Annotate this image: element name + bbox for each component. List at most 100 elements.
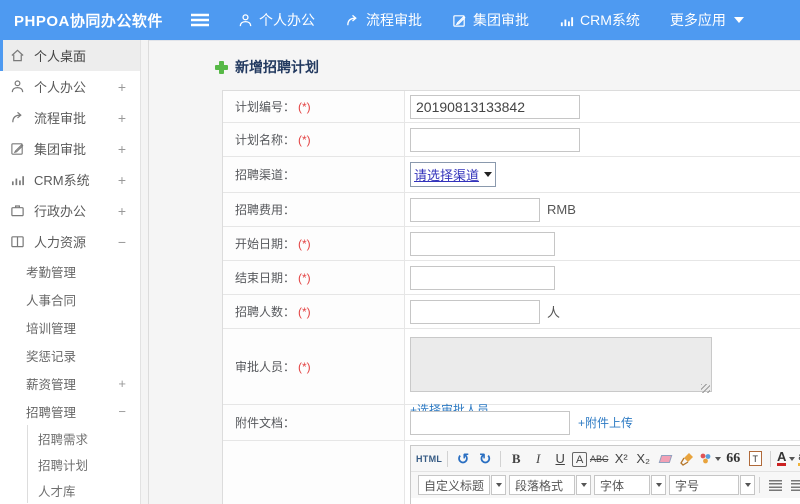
nav-label: 更多应用 (669, 12, 726, 28)
editor-color-palette-icon[interactable] (699, 449, 722, 469)
sidebar-item-label: 行政办公 (34, 204, 87, 219)
editor-eraser-icon[interactable] (655, 449, 675, 469)
channel-select[interactable]: 请选择渠道 (410, 162, 497, 187)
nav-group-approval[interactable]: 集团审批 (452, 10, 529, 30)
recruit-cost-input[interactable] (410, 197, 540, 222)
sidebar-subitem-label: 奖惩记录 (26, 349, 77, 364)
field-label: 附件文档： (235, 416, 296, 430)
start-date-input[interactable] (410, 231, 555, 256)
edit-square-icon (452, 13, 467, 28)
collapse-minus-icon[interactable]: − (118, 404, 126, 419)
align-left-icon[interactable] (765, 475, 785, 495)
sidebar-item-label: 人力资源 (34, 235, 87, 250)
sidebar-subitem-salary[interactable]: 薪资管理 + (0, 369, 140, 397)
briefcase-icon (10, 203, 26, 218)
sidebar-item-group-approval[interactable]: 集团审批 + (0, 133, 140, 164)
sidebar-subitem-label: 招聘需求 (38, 432, 89, 447)
expand-plus-icon[interactable]: + (118, 110, 126, 126)
page-title: 新增招聘计划 (215, 57, 800, 77)
expand-plus-icon[interactable]: + (118, 376, 126, 391)
field-label: 招聘渠道： (235, 168, 296, 182)
expand-plus-icon[interactable]: + (118, 203, 126, 219)
hamburger-menu-icon[interactable] (190, 13, 212, 27)
form-row-plan-name: 计划名称： (*) (223, 123, 800, 157)
collapse-minus-icon[interactable]: − (118, 234, 126, 250)
editor-html-source-button[interactable]: HTML (416, 449, 442, 469)
home-icon (10, 48, 26, 63)
form-row-start-date: 开始日期： (*) (223, 227, 800, 261)
editor-superscript-button[interactable]: X² (611, 449, 631, 469)
field-label: 结束日期： (235, 271, 296, 285)
sidebar-item-workflow-approval[interactable]: 流程审批 + (0, 102, 140, 133)
editor-font-family-dropdown[interactable]: 字体 (594, 475, 650, 495)
editor-custom-title-dropdown[interactable]: 自定义标题 (418, 475, 490, 495)
person-icon (238, 13, 253, 28)
sidebar: 个人桌面 个人办公 + 流程审批 + 集团审批 + CRM系统 + 行政办公 + (0, 40, 140, 504)
nav-workflow-approval[interactable]: 流程审批 (345, 10, 422, 30)
expand-plus-icon[interactable]: + (118, 141, 126, 157)
dropdown-caret-icon[interactable] (491, 475, 506, 495)
editor-font-style-button[interactable]: A (572, 452, 588, 467)
sidebar-subitem-label: 人事合同 (26, 293, 77, 308)
editor-format-brush-icon[interactable] (677, 449, 697, 469)
editor-strikethrough-button[interactable]: ABC (589, 449, 609, 469)
sidebar-subitem-recruit-plan[interactable]: 招聘计划 (27, 451, 140, 477)
sidebar-item-human-resources[interactable]: 人力资源 − (0, 226, 140, 257)
sidebar-subitem-talent-pool[interactable]: 人才库 (27, 477, 140, 503)
nav-personal-office[interactable]: 个人办公 (238, 10, 315, 30)
sidebar-subitem-hr-contract[interactable]: 人事合同 (0, 285, 140, 313)
sidebar-scrollbar[interactable] (140, 40, 149, 504)
nav-crm-system[interactable]: CRM系统 (559, 10, 640, 30)
bar-chart-icon (559, 13, 574, 28)
editor-font-color-button[interactable]: A (776, 449, 796, 469)
form-row-recruit-channel: 招聘渠道： 请选择渠道 (223, 157, 800, 193)
sidebar-item-crm-system[interactable]: CRM系统 + (0, 164, 140, 195)
plan-name-input[interactable] (410, 127, 580, 152)
editor-underline-button[interactable]: U (550, 449, 570, 469)
sidebar-subitem-training[interactable]: 培训管理 (0, 313, 140, 341)
field-label: 审批人员： (235, 360, 296, 374)
attachment-upload-link[interactable]: +附件上传 (578, 414, 633, 431)
required-mark: (*) (298, 359, 311, 374)
person-icon (10, 79, 26, 94)
end-date-input[interactable] (410, 265, 555, 290)
resize-handle[interactable] (701, 384, 710, 393)
sidebar-item-admin-office[interactable]: 行政办公 + (0, 195, 140, 226)
sidebar-item-personal-desktop[interactable]: 个人桌面 (0, 40, 140, 71)
editor-subscript-button[interactable]: X₂ (633, 449, 653, 469)
nav-more-apps[interactable]: 更多应用 (670, 10, 744, 30)
app-logo[interactable]: PHPOA协同办公软件 (0, 10, 190, 31)
editor-bold-button[interactable]: B (506, 449, 526, 469)
sidebar-item-personal-office[interactable]: 个人办公 + (0, 71, 140, 102)
headcount-input[interactable] (410, 299, 540, 324)
editor-paragraph-format-dropdown[interactable]: 段落格式 (509, 475, 575, 495)
dropdown-caret-icon[interactable] (651, 475, 666, 495)
sidebar-subitem-label: 人才库 (38, 484, 76, 499)
editor-paste-icon[interactable]: T (745, 449, 765, 469)
editor-redo-icon[interactable]: ↻ (475, 449, 495, 469)
dropdown-caret-icon[interactable] (740, 475, 755, 495)
editor-content-area[interactable] (411, 498, 800, 504)
editor-italic-button[interactable]: I (528, 449, 548, 469)
editor-undo-icon[interactable]: ↺ (453, 449, 473, 469)
edit-square-icon (10, 141, 26, 156)
sidebar-subitem-rewards[interactable]: 奖惩记录 (0, 341, 140, 369)
sidebar-subitem-recruit-demand[interactable]: 招聘需求 (27, 425, 140, 451)
editor-toolbar-row1: HTML ↺ ↻ B I U A ABC X² X₂ 66 T A (411, 446, 800, 472)
attachment-input[interactable] (410, 410, 570, 435)
expand-plus-icon[interactable]: + (118, 172, 126, 188)
editor-blockquote-button[interactable]: 66 (723, 449, 743, 469)
form-row-attachment: 附件文档： +附件上传 (223, 405, 800, 441)
sidebar-subitem-attendance[interactable]: 考勤管理 (0, 257, 140, 285)
approvers-textarea[interactable] (410, 337, 712, 392)
plan-number-input[interactable] (410, 94, 580, 119)
expand-plus-icon[interactable]: + (118, 79, 126, 95)
editor-font-size-dropdown[interactable]: 字号 (669, 475, 739, 495)
required-mark: (*) (298, 270, 311, 285)
rich-text-editor: HTML ↺ ↻ B I U A ABC X² X₂ 66 T A 自定义标题 … (410, 445, 800, 504)
sidebar-subitem-label: 考勤管理 (26, 265, 77, 280)
sidebar-subitem-recruit-mgmt[interactable]: 招聘管理 − (0, 397, 140, 425)
dropdown-caret-icon[interactable] (576, 475, 591, 495)
required-mark: (*) (298, 132, 311, 147)
align-center-icon[interactable] (787, 475, 800, 495)
